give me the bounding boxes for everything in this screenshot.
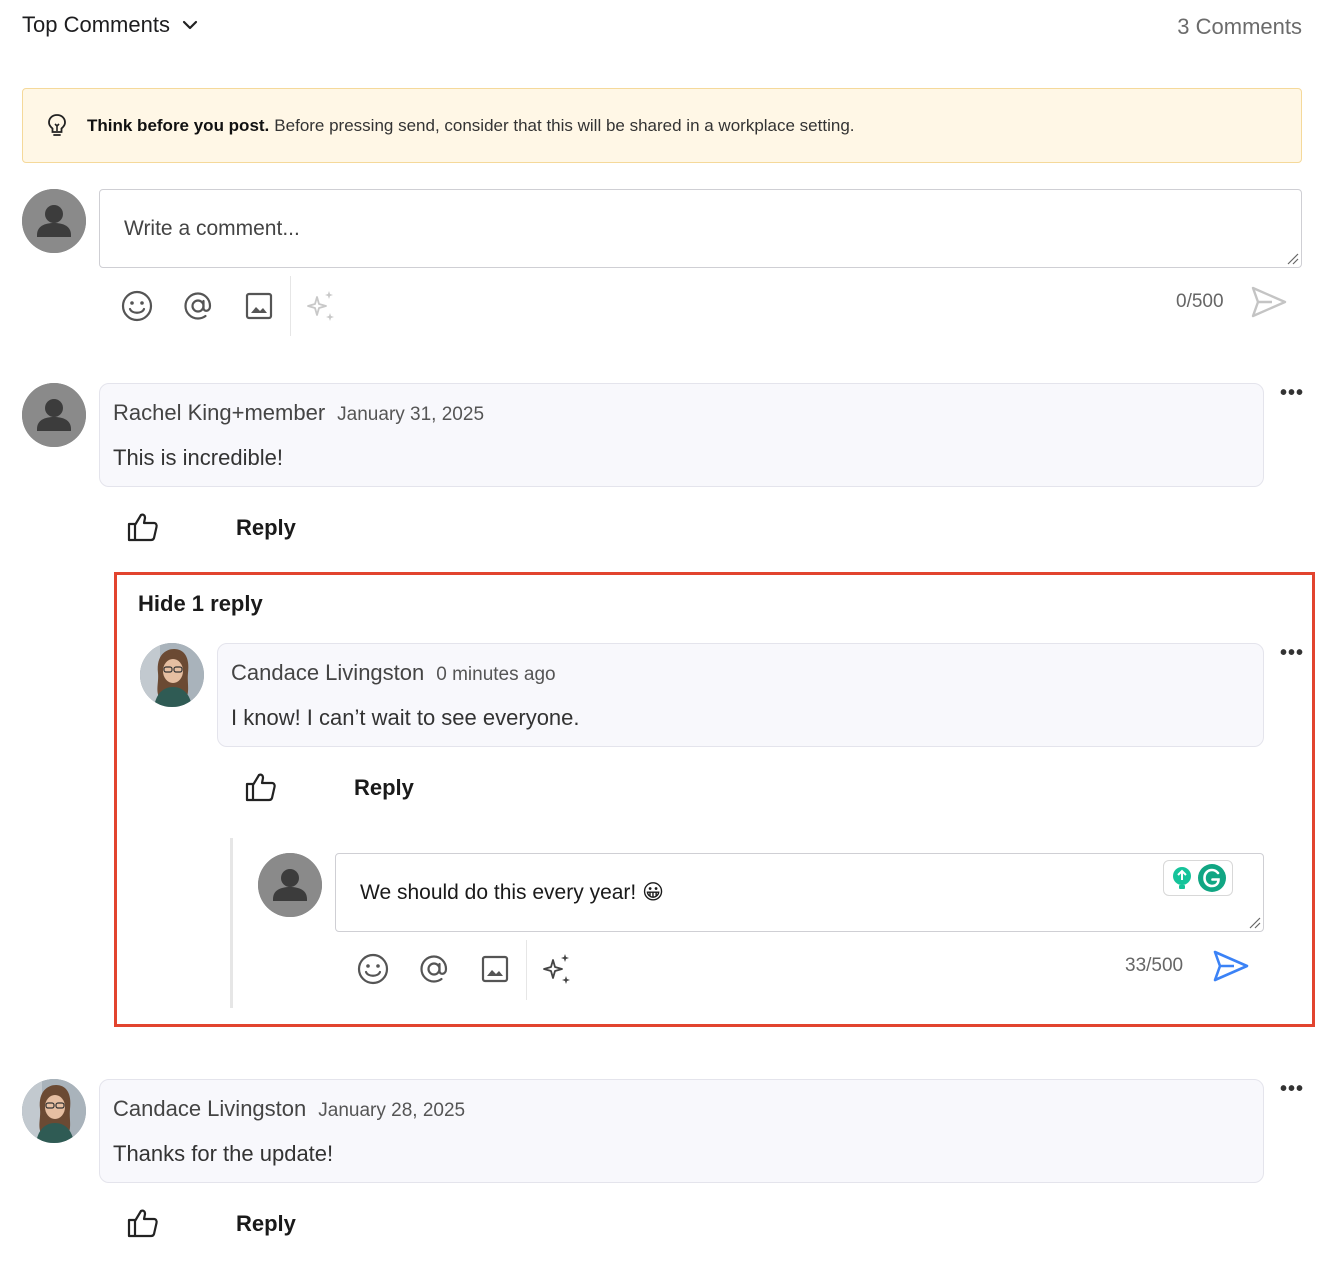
emoji-icon <box>121 290 153 322</box>
emoji-button[interactable] <box>119 288 155 324</box>
grammarly-lightbulb-icon <box>1173 867 1191 889</box>
grammarly-g-icon <box>1198 864 1226 892</box>
image-icon <box>245 292 273 320</box>
comment-text: Thanks for the update! <box>113 1141 334 1166</box>
ai-assist-button[interactable] <box>303 288 339 324</box>
sort-dropdown[interactable]: Top Comments <box>22 12 200 38</box>
reply-text: I know! I can’t wait to see everyone. <box>231 705 580 730</box>
comment-count: 3 Comments <box>1177 14 1302 39</box>
thumbs-up-icon <box>245 773 276 802</box>
notice-text: Before pressing send, consider that this… <box>274 115 855 135</box>
user-icon <box>258 853 322 917</box>
reply-card: Candace Livingston 0 minutes ago I know!… <box>217 643 1264 747</box>
send-icon <box>1213 950 1249 982</box>
more-options-button-2[interactable]: ••• <box>1280 1078 1304 1101</box>
commenter-avatar <box>22 383 86 447</box>
at-sign-icon <box>420 955 448 983</box>
toolbar-divider <box>290 276 291 336</box>
user-icon <box>22 189 86 253</box>
char-count: 0/500 <box>1176 291 1224 312</box>
sparkle-icon <box>543 954 570 984</box>
comment-date: January 28, 2025 <box>318 1100 466 1121</box>
grammarly-widget[interactable] <box>1163 860 1233 896</box>
reply-like-button[interactable] <box>245 772 277 807</box>
reply-image-button[interactable] <box>477 951 513 987</box>
reply-author[interactable]: Candace Livingston <box>231 660 424 686</box>
emoji-icon <box>357 953 389 985</box>
comment-date: January 31, 2025 <box>337 404 485 425</box>
reply-date: 0 minutes ago <box>436 664 556 685</box>
comment-card-2: Candace Livingston January 28, 2025 Than… <box>99 1079 1264 1183</box>
like-button-2[interactable] <box>127 1208 159 1243</box>
user-icon <box>22 383 86 447</box>
notice-title: Think before you post. <box>87 115 270 135</box>
reply-more-options-button[interactable]: ••• <box>1280 642 1304 665</box>
sort-label: Top Comments <box>22 12 170 37</box>
comment-author[interactable]: Candace Livingston <box>113 1096 306 1122</box>
profile-photo <box>140 643 204 707</box>
reply-mention-button[interactable] <box>416 951 452 987</box>
reply-send-button[interactable] <box>1212 949 1250 988</box>
posting-notice: Think before you post. Before pressing s… <box>22 88 1302 163</box>
current-user-avatar <box>22 189 86 253</box>
chevron-down-icon <box>182 20 198 30</box>
more-options-button[interactable]: ••• <box>1280 382 1304 405</box>
reply-composer-avatar <box>258 853 322 917</box>
image-icon <box>481 955 509 983</box>
send-button[interactable] <box>1250 285 1288 324</box>
sparkle-icon <box>307 291 334 321</box>
comment-input[interactable]: Write a comment... <box>99 189 1302 268</box>
mention-button[interactable] <box>180 288 216 324</box>
image-button[interactable] <box>241 288 277 324</box>
reply-input[interactable]: We should do this every year! 😀 <box>335 853 1264 932</box>
reply-author-avatar <box>140 643 204 707</box>
reply-emoji-button[interactable] <box>355 951 391 987</box>
reply-reply-button[interactable]: Reply <box>354 775 414 801</box>
comment-card: Rachel King+member January 31, 2025 This… <box>99 383 1264 487</box>
reply-ai-assist-button[interactable] <box>539 951 575 987</box>
thumbs-up-icon <box>127 1209 158 1238</box>
reply-input-value: We should do this every year! 😀 <box>360 881 664 904</box>
profile-photo <box>22 1079 86 1143</box>
like-button[interactable] <box>127 512 159 547</box>
reply-button-2[interactable]: Reply <box>236 1211 296 1237</box>
thumbs-up-icon <box>127 513 158 542</box>
thread-line <box>230 838 233 1008</box>
comment-text: This is incredible! <box>113 445 283 470</box>
commenter-avatar-2 <box>22 1079 86 1143</box>
send-icon <box>1251 286 1287 318</box>
resize-handle-icon[interactable] <box>1285 251 1299 265</box>
reply-char-count: 33/500 <box>1125 955 1184 976</box>
reply-toolbar-divider <box>526 940 527 1000</box>
at-sign-icon <box>184 292 212 320</box>
resize-handle-icon[interactable] <box>1247 915 1261 929</box>
comment-input-placeholder: Write a comment... <box>124 216 300 240</box>
reply-button[interactable]: Reply <box>236 515 296 541</box>
comment-author[interactable]: Rachel King+member <box>113 400 325 426</box>
lightbulb-icon <box>48 113 66 136</box>
hide-replies-button[interactable]: Hide 1 reply <box>138 591 263 617</box>
